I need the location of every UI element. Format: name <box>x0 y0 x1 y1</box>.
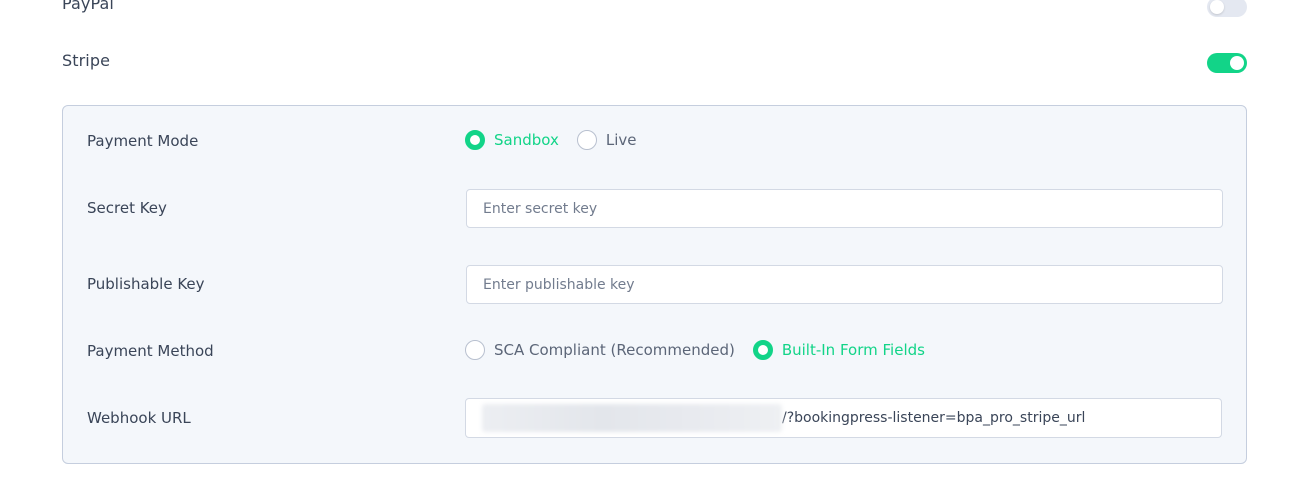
webhook-url-field[interactable]: /?bookingpress-listener=bpa_pro_stripe_u… <box>465 398 1222 438</box>
payment-method-sca-radio[interactable]: SCA Compliant (Recommended) <box>465 340 735 360</box>
payment-mode-live-radio[interactable]: Live <box>576 130 637 150</box>
paypal-label: PayPal <box>62 0 114 13</box>
payment-mode-sandbox-radio[interactable]: Sandbox <box>465 130 559 150</box>
radio-circle <box>465 130 485 150</box>
radio-label-sandbox: Sandbox <box>494 131 559 149</box>
payment-mode-label: Payment Mode <box>87 132 199 150</box>
toggle-knob <box>1210 0 1224 14</box>
publishable-key-input[interactable] <box>466 265 1223 304</box>
webhook-url-label: Webhook URL <box>87 409 191 427</box>
radio-label-sca: SCA Compliant (Recommended) <box>494 341 735 359</box>
publishable-key-label: Publishable Key <box>87 275 205 293</box>
radio-circle <box>465 340 485 360</box>
webhook-url-value: /?bookingpress-listener=bpa_pro_stripe_u… <box>782 410 1086 426</box>
redacted-domain <box>482 404 782 432</box>
payment-method-radio-group: SCA Compliant (Recommended) Built-In For… <box>465 340 943 360</box>
secret-key-input[interactable] <box>466 189 1223 228</box>
secret-key-label: Secret Key <box>87 199 167 217</box>
radio-circle <box>752 340 773 360</box>
toggle-knob <box>1230 56 1244 70</box>
stripe-toggle[interactable] <box>1207 53 1247 73</box>
radio-circle <box>576 130 597 150</box>
payment-mode-radio-group: Sandbox Live <box>465 130 655 150</box>
radio-label-builtin: Built-In Form Fields <box>781 341 925 359</box>
payment-method-label: Payment Method <box>87 342 214 360</box>
stripe-label: Stripe <box>62 51 111 70</box>
payment-settings-page: PayPal Stripe Payment Mode Sandbox Live … <box>0 0 1296 500</box>
radio-label-live: Live <box>605 131 637 149</box>
payment-method-builtin-radio[interactable]: Built-In Form Fields <box>752 340 925 360</box>
stripe-settings-panel: Payment Mode Sandbox Live Secret Key Pub… <box>62 105 1247 464</box>
paypal-toggle[interactable] <box>1207 0 1247 17</box>
